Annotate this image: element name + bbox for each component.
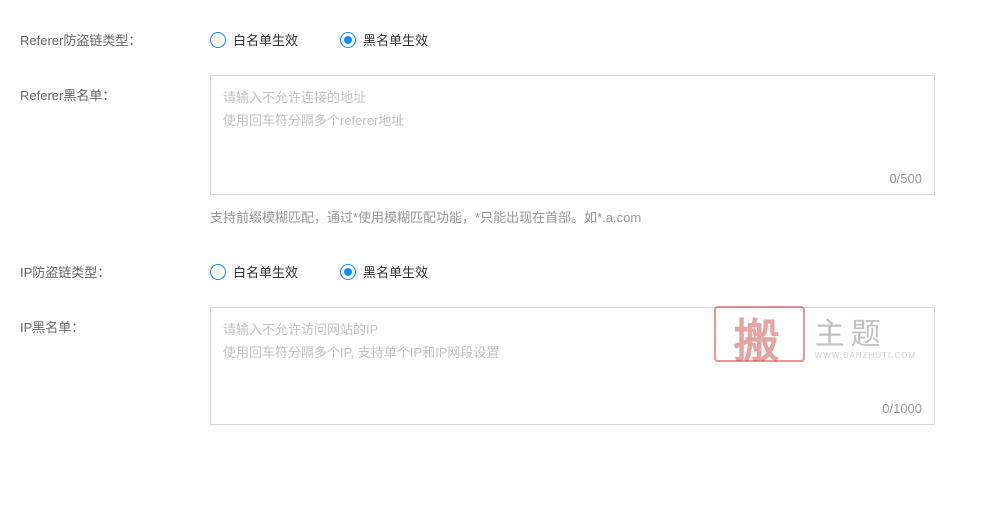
radio-circle-icon: [340, 32, 356, 48]
ip-type-label: IP防盗链类型：: [20, 262, 210, 281]
ip-blacklist-label: IP黑名单：: [20, 307, 210, 336]
referer-type-content: 白名单生效 黑名单生效: [210, 30, 935, 49]
referer-help-text: 支持前缀模糊匹配，通过*使用模糊匹配功能，*只能出现在首部。如*.a.com: [210, 207, 935, 226]
referer-type-row: Referer防盗链类型： 白名单生效 黑名单生效: [20, 30, 975, 49]
referer-blacklist-label: 黑名单生效: [363, 30, 428, 49]
ip-blacklist-textarea-wrapper: 请输入不允许访问网站的IP 使用回车符分隔多个IP, 支持单个IP和IP网段设置…: [210, 307, 935, 425]
referer-type-radio-group: 白名单生效 黑名单生效: [210, 30, 935, 49]
referer-char-counter: 0/500: [889, 171, 922, 186]
ip-type-radio-group: 白名单生效 黑名单生效: [210, 262, 935, 281]
referer-whitelist-radio[interactable]: 白名单生效: [210, 30, 298, 49]
radio-dot-icon: [344, 36, 352, 44]
referer-blacklist-row: Referer黑名单： 请输入不允许连接的地址 使用回车符分隔多个referer…: [20, 75, 975, 226]
radio-circle-icon: [210, 264, 226, 280]
referer-type-label: Referer防盗链类型：: [20, 30, 210, 49]
referer-blacklist-textarea-wrapper: 请输入不允许连接的地址 使用回车符分隔多个referer地址 0/500: [210, 75, 935, 195]
ip-type-row: IP防盗链类型： 白名单生效 黑名单生效: [20, 262, 975, 281]
ip-whitelist-radio[interactable]: 白名单生效: [210, 262, 298, 281]
radio-circle-icon: [210, 32, 226, 48]
ip-blacklist-radio[interactable]: 黑名单生效: [340, 262, 428, 281]
referer-blacklist-radio[interactable]: 黑名单生效: [340, 30, 428, 49]
ip-blacklist-content: 请输入不允许访问网站的IP 使用回车符分隔多个IP, 支持单个IP和IP网段设置…: [210, 307, 935, 425]
ip-char-counter: 0/1000: [882, 401, 922, 416]
radio-circle-icon: [340, 264, 356, 280]
referer-blacklist-content: 请输入不允许连接的地址 使用回车符分隔多个referer地址 0/500 支持前…: [210, 75, 935, 226]
ip-type-content: 白名单生效 黑名单生效: [210, 262, 935, 281]
referer-blacklist-label: Referer黑名单：: [20, 75, 210, 104]
ip-blacklist-label: 黑名单生效: [363, 262, 428, 281]
referer-whitelist-label: 白名单生效: [233, 30, 298, 49]
referer-blacklist-input[interactable]: [211, 76, 934, 194]
ip-blacklist-row: IP黑名单： 请输入不允许访问网站的IP 使用回车符分隔多个IP, 支持单个IP…: [20, 307, 975, 425]
ip-blacklist-input[interactable]: [211, 308, 934, 424]
ip-whitelist-label: 白名单生效: [233, 262, 298, 281]
radio-dot-icon: [344, 268, 352, 276]
